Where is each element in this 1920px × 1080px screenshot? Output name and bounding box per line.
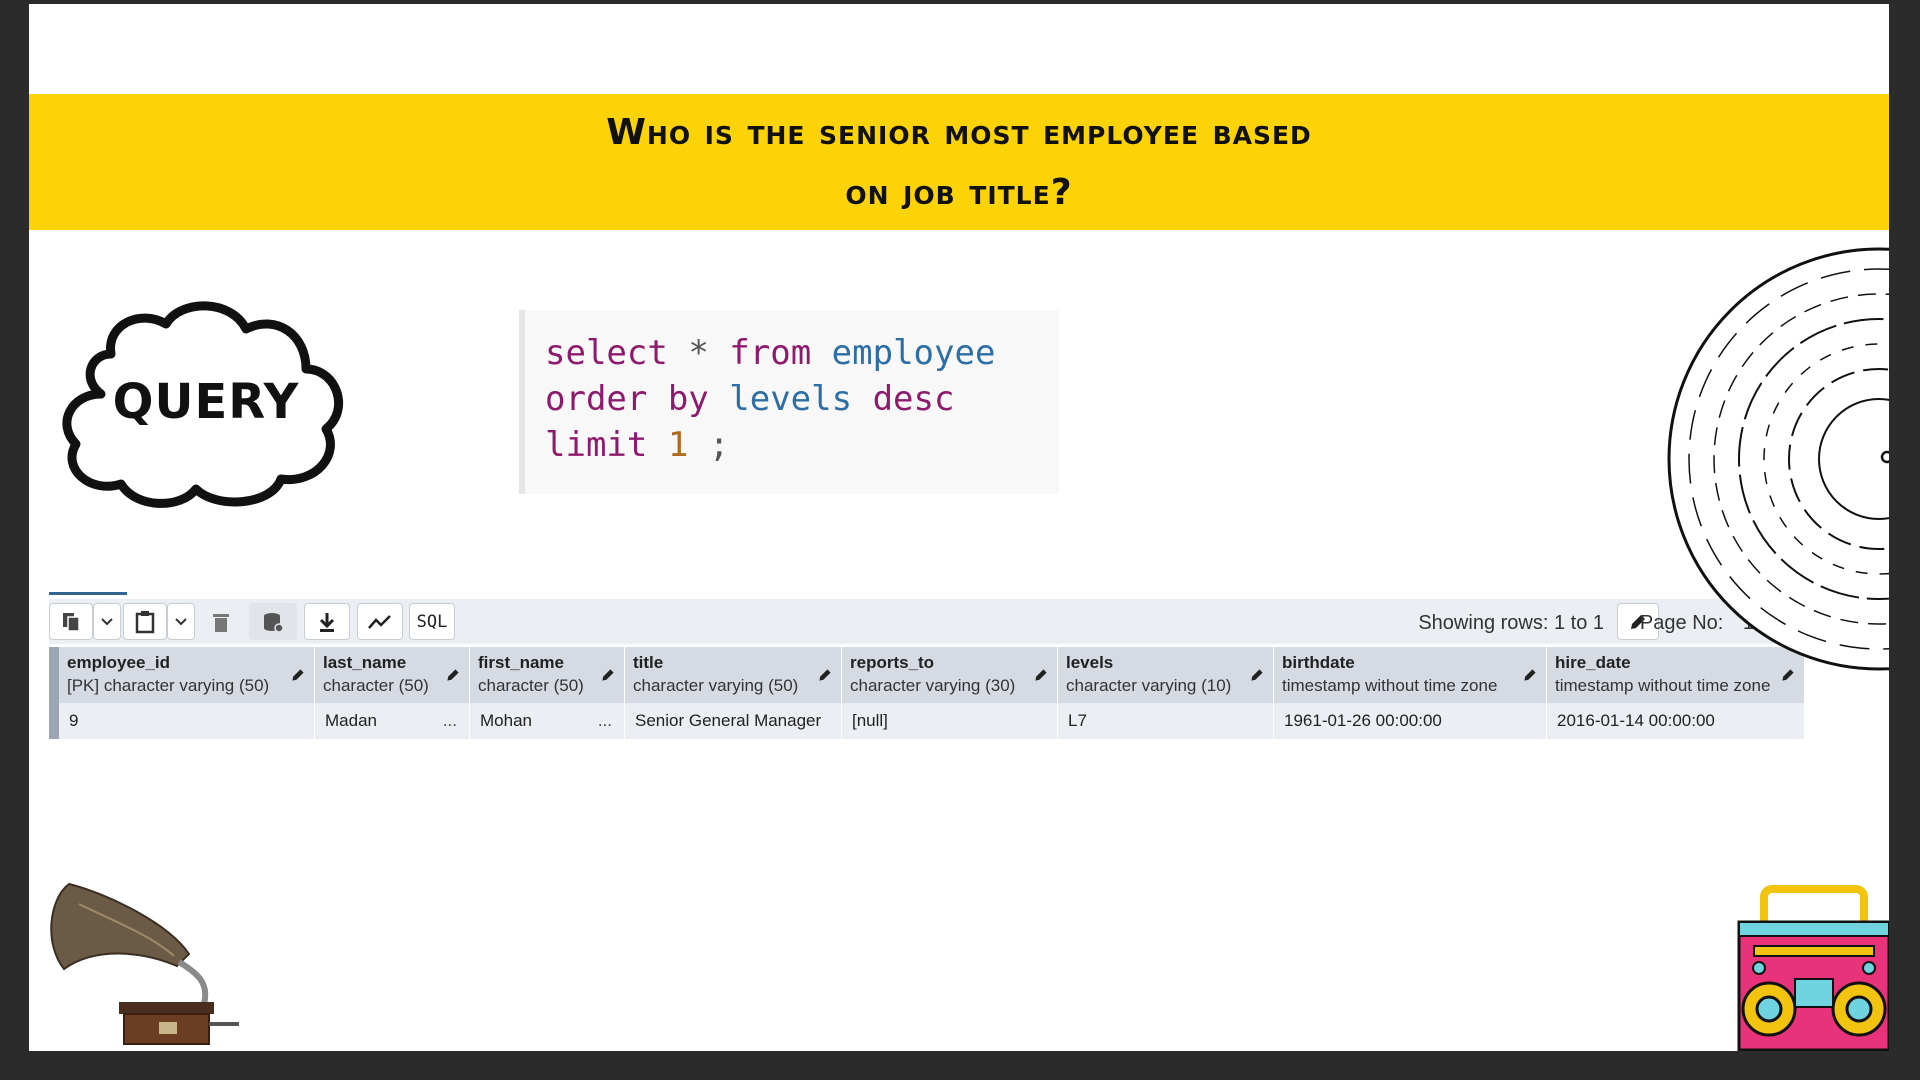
paste-button[interactable] [123, 603, 167, 640]
cell-value: Mohan [480, 711, 532, 730]
code-token: limit [545, 425, 648, 465]
slide: Who is the senior most employee based on… [29, 4, 1889, 1051]
table-cell[interactable]: Senior General Manager [625, 703, 842, 739]
code-token: order by [545, 379, 709, 419]
code-token: from [729, 333, 812, 373]
title-line-1: Who is the senior most employee based [606, 112, 1312, 153]
save-data-button[interactable] [249, 603, 297, 640]
copy-button[interactable] [49, 603, 93, 640]
row-selector[interactable] [49, 647, 59, 739]
code-token: levels [729, 379, 853, 419]
column-type: character varying (50) [633, 676, 799, 695]
code-token: 1 [667, 425, 689, 465]
grid-toolbar: SQL Showing rows: 1 to 1 Page No: 1 [49, 599, 1804, 644]
trash-icon [213, 613, 229, 632]
pencil-icon[interactable] [1033, 667, 1049, 683]
title-line-2: on job title? [845, 172, 1073, 213]
paste-options-button[interactable] [167, 603, 195, 640]
column-name: birthdate [1282, 653, 1355, 672]
gramophone-icon [50, 882, 239, 1045]
table-cell[interactable]: Madan ... [315, 703, 470, 739]
table-cell[interactable]: [null] [842, 703, 1058, 739]
code-token: * [688, 333, 709, 373]
chevron-down-icon [101, 617, 113, 625]
vinyl-record-icon [1667, 247, 1889, 671]
tab-indicator [49, 592, 127, 595]
pencil-icon[interactable] [1249, 667, 1265, 683]
ellipsis-button[interactable]: ... [598, 711, 612, 731]
column-name: levels [1066, 653, 1114, 672]
column-header[interactable]: last_name character (50) [315, 647, 470, 703]
graph-button[interactable] [357, 603, 403, 640]
chevron-down-icon [175, 617, 187, 625]
pencil-icon[interactable] [445, 667, 461, 683]
column-header[interactable]: levels character varying (10) [1058, 647, 1274, 703]
ellipsis-button[interactable]: ... [443, 711, 457, 731]
table-cell[interactable]: 2016-01-14 00:00:00 [1547, 703, 1804, 739]
sql-button[interactable]: SQL [409, 603, 455, 640]
column-name: title [633, 653, 664, 672]
table-header: employee_id [PK] character varying (50) … [49, 647, 1804, 703]
table-cell[interactable]: Mohan ... [470, 703, 625, 739]
query-label: QUERY [112, 374, 300, 430]
code-token: ; [708, 425, 730, 465]
showing-rows: Showing rows: 1 to 1 [1418, 612, 1604, 634]
boombox-icon [1737, 885, 1889, 1051]
code-line-2: order by levels desc [545, 376, 1059, 422]
cell-value: Madan [325, 711, 377, 730]
column-type: character varying (30) [850, 676, 1016, 695]
code-line-3: limit 1 ; [545, 422, 1059, 468]
table-cell[interactable]: 1961-01-26 00:00:00 [1274, 703, 1547, 739]
column-header[interactable]: reports_to character varying (30) [842, 647, 1058, 703]
database-icon [264, 612, 284, 633]
column-type: timestamp without time zone [1282, 676, 1498, 695]
code-token: desc [872, 379, 955, 419]
table-cell[interactable]: L7 [1058, 703, 1274, 739]
pencil-icon[interactable] [290, 667, 306, 683]
column-type: character varying (10) [1066, 676, 1232, 695]
download-button[interactable] [304, 603, 350, 640]
column-header[interactable]: first_name character (50) [470, 647, 625, 703]
pencil-icon[interactable] [817, 667, 833, 683]
code-token: employee [831, 333, 996, 373]
line-chart-icon [368, 614, 391, 629]
column-header[interactable]: birthdate timestamp without time zone [1274, 647, 1547, 703]
table-row[interactable]: 9 Madan ... Mohan ... Senior General Man… [49, 703, 1804, 739]
column-name: employee_id [67, 653, 170, 672]
sql-code-block: select * from employee order by levels d… [519, 310, 1059, 494]
delete-button[interactable] [199, 603, 243, 640]
code-line-1: select * from employee [545, 330, 1059, 376]
clipboard-icon [135, 610, 155, 633]
title-banner: Who is the senior most employee based on… [29, 94, 1889, 230]
copy-options-button[interactable] [93, 603, 121, 640]
pencil-icon[interactable] [600, 667, 616, 683]
copy-icon [63, 612, 80, 632]
table-cell[interactable]: 9 [59, 703, 315, 739]
column-name: reports_to [850, 653, 935, 672]
column-header[interactable]: title character varying (50) [625, 647, 842, 703]
code-token: select [545, 333, 668, 373]
download-icon [319, 612, 335, 632]
pencil-icon[interactable] [1522, 667, 1538, 683]
column-header[interactable]: employee_id [PK] character varying (50) [59, 647, 315, 703]
column-type: [PK] character varying (50) [67, 676, 270, 695]
